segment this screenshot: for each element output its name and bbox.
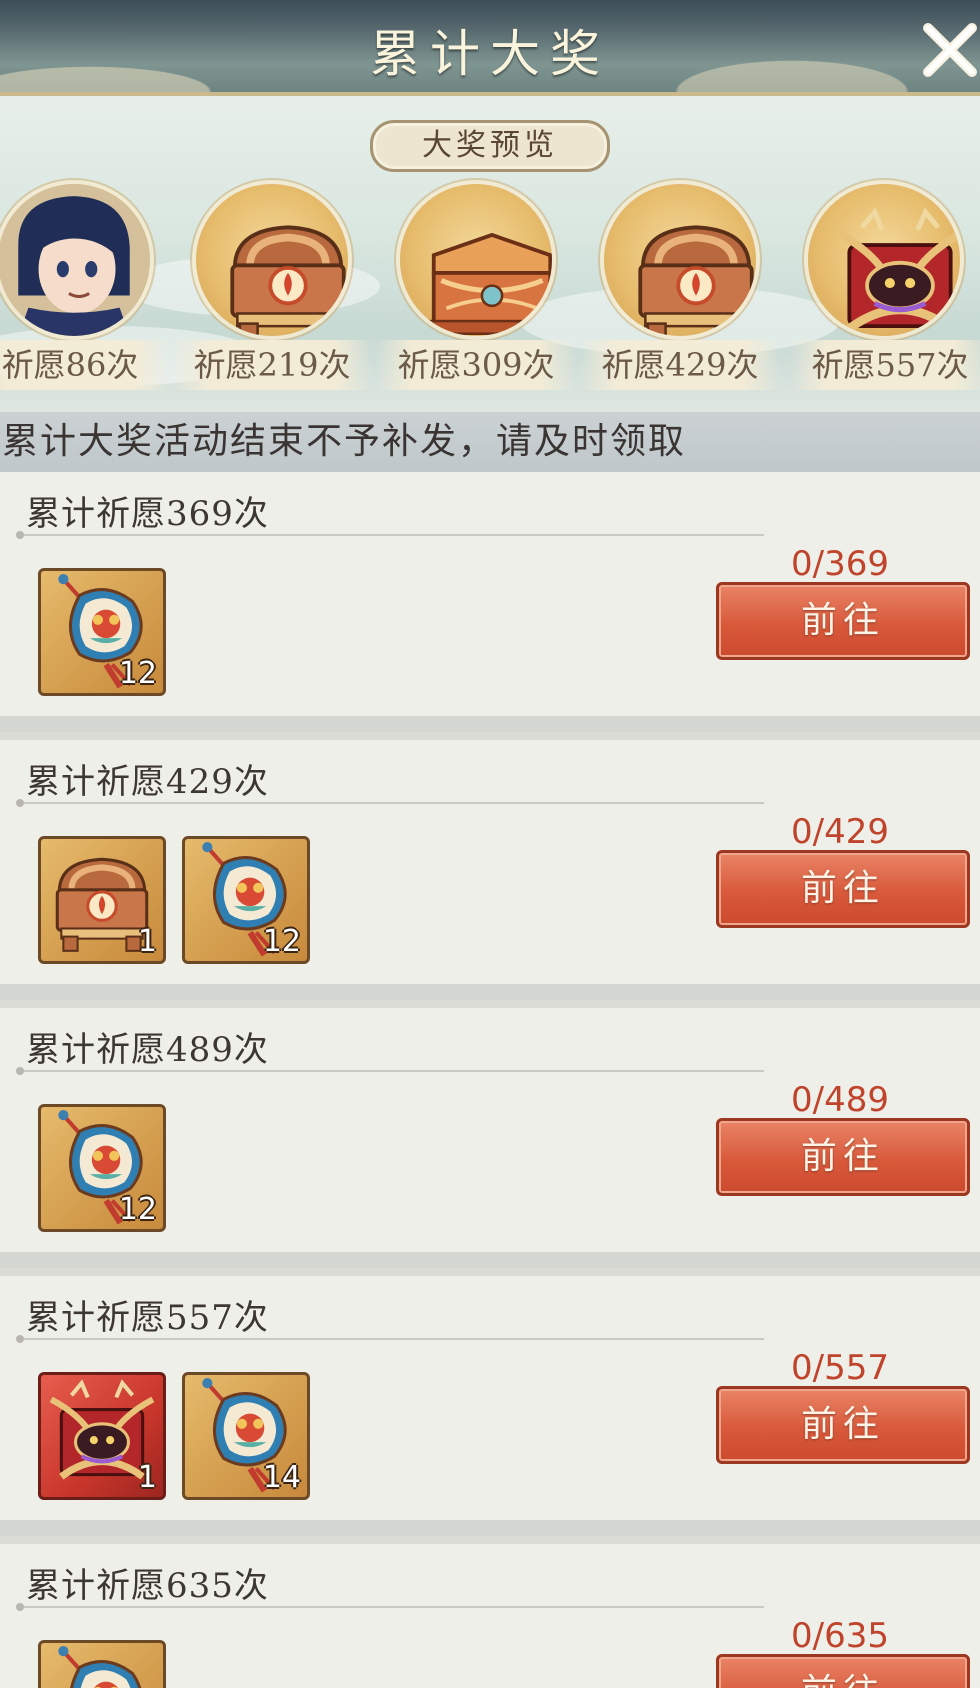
task-title: 累计祈愿635次 [26,1566,269,1606]
task-title: 累计祈愿429次 [26,762,269,802]
separator [0,1520,980,1536]
task-card: 累计祈愿429次 1 12 0/429 前往 [0,740,980,990]
item-count: 12 [118,656,157,691]
reward-item[interactable]: 12 [38,1104,166,1232]
notice-bar: 累计大奖活动结束不予补发，请及时领取 [0,412,980,472]
close-button[interactable] [920,18,980,82]
treasure-chest-icon [196,184,348,336]
go-button[interactable]: 前往 [716,850,970,928]
reward-item[interactable] [38,1640,166,1688]
item-count: 1 [137,924,157,959]
divider [16,1603,764,1611]
task-card: 累计祈愿557次 1 14 0/557 前往 [0,1276,980,1526]
prize-label: 祈愿309次 [376,340,576,390]
item-count: 12 [118,1192,157,1227]
reward-item[interactable]: 12 [182,836,310,964]
go-button[interactable]: 前往 [716,1118,970,1196]
progress-text: 0/369 [791,544,889,584]
prize-treasure-chest[interactable] [604,184,756,336]
separator [0,984,980,1000]
divider [16,1335,764,1343]
go-button[interactable]: 前往 [716,582,970,660]
progress-text: 0/635 [791,1616,889,1656]
item-count: 1 [137,1460,157,1495]
close-icon [920,18,980,82]
task-title: 累计祈愿557次 [26,1298,269,1338]
prize-dragon-chest[interactable] [808,184,960,336]
prize-ornate-chest[interactable] [400,184,552,336]
prize-label: 祈愿557次 [790,340,980,390]
title-bar: 累计大奖 [0,0,980,96]
go-button[interactable]: 前往 [716,1654,970,1688]
charm-pendant-icon [41,1643,163,1688]
separator [0,1252,980,1268]
divider [16,1067,764,1075]
divider [16,531,764,539]
prize-label: 祈愿429次 [580,340,780,390]
prize-character-portrait[interactable] [0,184,150,336]
reward-item[interactable]: 1 [38,1372,166,1500]
ornate-chest-icon [400,184,552,336]
progress-text: 0/429 [791,812,889,852]
item-count: 14 [262,1460,301,1495]
item-count: 12 [262,924,301,959]
task-card: 累计祈愿489次 12 0/489 前往 [0,1008,980,1258]
task-card: 累计祈愿369次 12 0/369 前往 [0,472,980,722]
separator [0,716,980,732]
prize-treasure-chest[interactable] [196,184,348,336]
prize-label: 祈愿219次 [172,340,372,390]
preview-tag: 大奖预览 [370,120,610,172]
dragon-chest-icon [808,184,960,336]
grand-prize-preview: 大奖预览 祈愿86次 祈愿219次 祈愿309次 祈愿429次 祈愿557次 [0,96,980,412]
divider [16,799,764,807]
task-title: 累计祈愿489次 [26,1030,269,1070]
task-title: 累计祈愿369次 [26,494,269,534]
treasure-chest-icon [604,184,756,336]
progress-text: 0/557 [791,1348,889,1388]
go-button[interactable]: 前往 [716,1386,970,1464]
page-title: 累计大奖 [370,25,610,83]
reward-item[interactable]: 14 [182,1372,310,1500]
task-card: 累计祈愿635次 0/635 前往 [0,1544,980,1688]
reward-item[interactable]: 12 [38,568,166,696]
prize-label: 祈愿86次 [0,340,170,390]
progress-text: 0/489 [791,1080,889,1120]
character-portrait-icon [0,184,150,336]
reward-item[interactable]: 1 [38,836,166,964]
